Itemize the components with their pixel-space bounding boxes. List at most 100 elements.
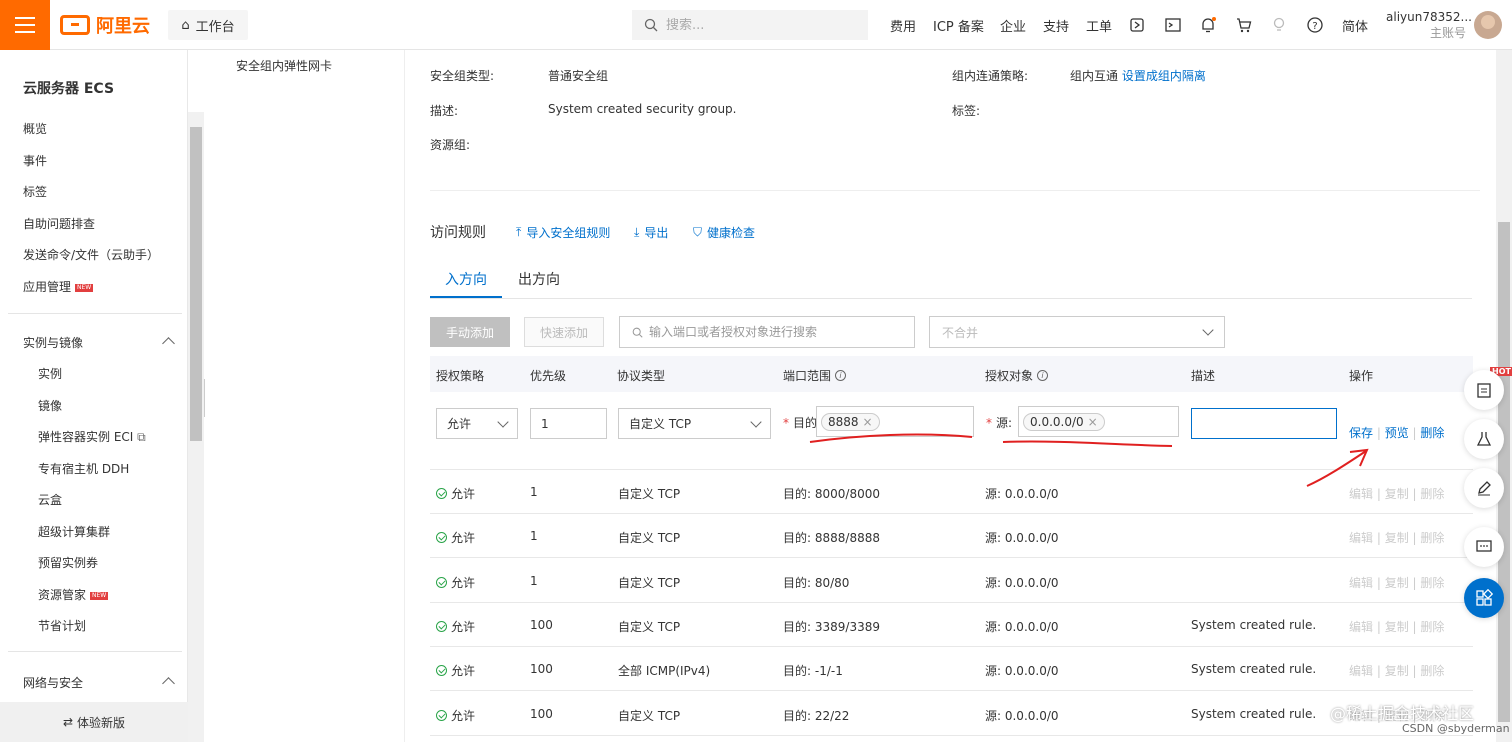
logo[interactable]: 阿里云 [60, 13, 150, 37]
avatar[interactable] [1474, 11, 1502, 39]
sidebar-title: 云服务器 ECS [23, 81, 115, 97]
filter-input[interactable] [649, 325, 899, 339]
sidebar-item-ddh[interactable]: 专有宿主机 DDH [38, 460, 129, 477]
edit-button[interactable]: 编辑 [1349, 620, 1373, 634]
desc-input[interactable] [1191, 408, 1337, 439]
sidebar-item-overview[interactable]: 概览 [23, 120, 47, 137]
protocol-select[interactable]: 自定义 TCP [618, 408, 771, 439]
try-new-version-button[interactable]: ⇄ 体验新版 [0, 702, 188, 742]
delete-button[interactable]: 删除 [1420, 487, 1444, 501]
page-scroll-thumb[interactable] [1498, 222, 1510, 722]
sidebar-item-events[interactable]: 事件 [23, 152, 47, 169]
port-input[interactable]: 8888 × [816, 406, 974, 437]
manual-add-button[interactable]: 手动添加 [430, 317, 510, 347]
chevron-up-icon[interactable] [162, 337, 175, 350]
info-icon[interactable]: i [1037, 370, 1049, 381]
copy-button[interactable]: 复制 [1385, 620, 1409, 634]
edit-button[interactable]: 编辑 [1349, 664, 1373, 678]
workbench-button[interactable]: ⌂ 工作台 [168, 10, 248, 40]
sidebar-item-eci[interactable]: 弹性容器实例 ECI ⧉ [38, 428, 146, 445]
sidebar-group-instances[interactable]: 实例与镜像 [23, 334, 83, 351]
lang-switch[interactable]: 简体 [1342, 0, 1368, 50]
search-input[interactable] [666, 17, 846, 33]
filter-box[interactable] [619, 316, 915, 348]
port-tag-text: 8888 [828, 414, 859, 429]
delete-button[interactable]: 删除 [1420, 620, 1444, 634]
apps-icon[interactable] [1464, 578, 1504, 618]
sidebar-group-network[interactable]: 网络与安全 [23, 674, 83, 691]
sidebar-item-instance[interactable]: 实例 [38, 365, 62, 382]
source-label: * 源: [986, 414, 1012, 431]
sidebar-item-reserved[interactable]: 预留实例券 [38, 554, 98, 571]
health-check-link[interactable]: ⛉ 健康检查 [693, 224, 755, 241]
chevron-up-icon[interactable] [162, 677, 175, 690]
user-info[interactable]: aliyun78352... 主账号 [1386, 9, 1472, 41]
copy-button[interactable]: 复制 [1385, 487, 1409, 501]
set-isolation-link[interactable]: 设置成组内隔离 [1122, 69, 1206, 83]
sidebar-item-app-management[interactable]: 应用管理 NEW [23, 278, 94, 295]
bulb-icon[interactable] [1270, 16, 1288, 34]
quick-add-button[interactable]: 快速添加 [524, 317, 604, 347]
export-link[interactable]: ⤓ 导出 [634, 224, 668, 241]
nav-enterprise[interactable]: 企业 [1000, 0, 1026, 50]
nav-fees[interactable]: 费用 [890, 0, 916, 50]
delete-button[interactable]: 删除 [1420, 531, 1444, 545]
check-circle-icon [436, 665, 447, 677]
terminal-icon[interactable] [1164, 16, 1182, 34]
row-port: 目的: 8888/8888 [783, 531, 880, 546]
sidebar-item-label: 资源管家 [38, 588, 87, 602]
row-protocol: 自定义 TCP [618, 487, 681, 501]
sidebar-item-resource-manager[interactable]: 资源管家 NEW [38, 586, 109, 603]
new-badge: NEW [90, 591, 109, 600]
merge-select[interactable]: 不合并 [929, 316, 1225, 348]
search-box[interactable] [632, 10, 868, 40]
sidebar-item-label: 应用管理 [23, 280, 72, 294]
copy-button[interactable]: 复制 [1385, 576, 1409, 590]
help-icon[interactable]: ? [1306, 16, 1324, 34]
source-tag-text: 0.0.0.0/0 [1030, 414, 1084, 429]
sidebar-item-image[interactable]: 镜像 [38, 397, 62, 414]
edit-button[interactable]: 编辑 [1349, 487, 1373, 501]
delete-button[interactable]: 删除 [1420, 576, 1444, 590]
sidebar-item-savings-plan[interactable]: 节省计划 [38, 617, 86, 634]
row-desc: System created rule. [1191, 706, 1317, 721]
clipboard-icon[interactable] [1464, 370, 1504, 410]
edit-button[interactable]: 编辑 [1349, 531, 1373, 545]
delete-button[interactable]: 删除 [1420, 426, 1444, 440]
table-row: 允许 1 自定义 TCP 目的: 8000/8000 源: 0.0.0.0/0 编辑 | … [430, 470, 1473, 514]
sidebar-item-cloud-assistant[interactable]: 发送命令/文件（云助手） [23, 246, 159, 263]
sidebar-scroll-thumb[interactable] [190, 127, 202, 441]
sidebar-item-scc[interactable]: 超级计算集群 [38, 523, 110, 540]
chat-icon[interactable] [1464, 527, 1504, 567]
close-icon[interactable]: × [863, 415, 873, 429]
delete-button[interactable]: 删除 [1420, 664, 1444, 678]
sidebar-item-tags[interactable]: 标签 [23, 183, 47, 200]
save-button[interactable]: 保存 [1349, 426, 1373, 440]
subnav-item-eni[interactable]: 安全组内弹性网卡 [236, 57, 332, 74]
sidebar-item-cloudbox[interactable]: 云盒 [38, 491, 62, 508]
priority-input[interactable]: 1 [530, 408, 607, 439]
cart-icon[interactable] [1235, 16, 1253, 34]
info-icon[interactable]: i [835, 370, 847, 381]
copy-button[interactable]: 复制 [1385, 531, 1409, 545]
nav-support[interactable]: 支持 [1043, 0, 1069, 50]
import-rules-link[interactable]: ⤒ 导入安全组规则 [516, 224, 610, 241]
close-icon[interactable]: × [1088, 415, 1098, 429]
row-source: 源: 0.0.0.0/0 [985, 664, 1059, 679]
edit-icon[interactable] [1464, 468, 1504, 508]
edit-button[interactable]: 编辑 [1349, 576, 1373, 590]
nav-icp[interactable]: ICP 备案 [933, 0, 984, 50]
bell-icon[interactable] [1199, 16, 1217, 34]
sidebar-item-troubleshoot[interactable]: 自助问题排查 [23, 215, 95, 232]
nav-ticket[interactable]: 工单 [1086, 0, 1112, 50]
tab-outbound[interactable]: 出方向 [518, 269, 560, 289]
app-icon[interactable] [1128, 16, 1146, 34]
tab-inbound[interactable]: 入方向 [445, 269, 487, 289]
menu-icon[interactable] [0, 0, 50, 50]
row-actions: 编辑 | 复制 | 删除 [1349, 619, 1445, 634]
preview-button[interactable]: 预览 [1385, 426, 1409, 440]
source-input[interactable]: 0.0.0.0/0 × [1018, 406, 1179, 437]
policy-select[interactable]: 允许 [436, 408, 518, 439]
flask-icon[interactable] [1464, 419, 1504, 459]
copy-button[interactable]: 复制 [1385, 664, 1409, 678]
